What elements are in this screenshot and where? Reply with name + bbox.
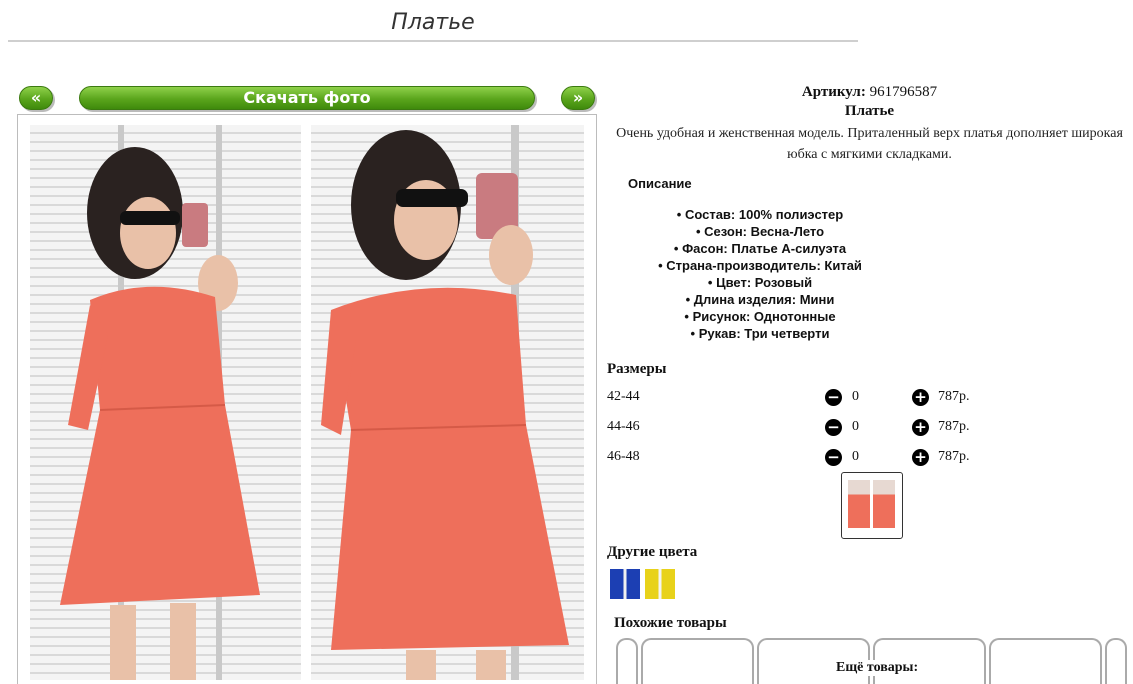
- article-label: Артикул:: [801, 84, 866, 100]
- color-variant-blue[interactable]: [610, 569, 640, 599]
- thumbnail-photo-1: [848, 480, 870, 528]
- similar-card[interactable]: [989, 638, 1102, 684]
- size-quantity: 0: [852, 419, 859, 434]
- size-row: 46-48 − 0 + 787р.: [607, 449, 1027, 469]
- minus-icon[interactable]: −: [825, 449, 842, 466]
- product-name: Платье: [844, 103, 895, 119]
- feature-item: Фасон: Платье А-силуэта: [610, 240, 910, 257]
- download-photo-button[interactable]: Скачать фото: [79, 86, 535, 110]
- feature-item: Длина изделия: Мини: [610, 291, 910, 308]
- thumbnail-photo-2: [873, 480, 895, 528]
- prev-photo-button[interactable]: «: [19, 86, 53, 110]
- color-variant-yellow[interactable]: [645, 569, 675, 599]
- product-info: Артикул: 961796587 Платье Очень удобная …: [606, 82, 1133, 165]
- feature-item: Рукав: Три четверти: [610, 325, 910, 342]
- article-value: 961796587: [869, 84, 938, 100]
- plus-icon[interactable]: +: [912, 419, 929, 436]
- feature-item: Страна-производитель: Китай: [610, 257, 910, 274]
- other-colors-heading: Другие цвета: [607, 544, 698, 560]
- product-photo-frame: [17, 114, 597, 684]
- next-photo-button[interactable]: »: [561, 86, 595, 110]
- size-price: 787р.: [938, 449, 970, 464]
- details-heading: Описание: [628, 176, 692, 191]
- similar-card[interactable]: [616, 638, 638, 684]
- minus-icon[interactable]: −: [825, 389, 842, 406]
- more-products-label: Ещё товары:: [834, 660, 921, 676]
- size-row: 44-46 − 0 + 787р.: [607, 419, 1027, 439]
- size-row: 42-44 − 0 + 787р.: [607, 389, 1027, 409]
- size-label: 46-48: [607, 449, 640, 464]
- product-photo-left[interactable]: [30, 125, 301, 680]
- page-title: Платье: [8, 10, 858, 42]
- product-photo-right[interactable]: [311, 125, 584, 680]
- size-price: 787р.: [938, 389, 970, 404]
- size-quantity: 0: [852, 449, 859, 464]
- size-quantity: 0: [852, 389, 859, 404]
- product-thumbnail[interactable]: [841, 472, 903, 539]
- article-line: Артикул: 961796587: [606, 82, 1133, 102]
- minus-icon[interactable]: −: [825, 419, 842, 436]
- feature-item: Рисунок: Однотонные: [610, 308, 910, 325]
- feature-item: Сезон: Весна-Лето: [610, 223, 910, 240]
- feature-item: Цвет: Розовый: [610, 274, 910, 291]
- product-description: Очень удобная и женственная модель. Прит…: [616, 126, 1123, 162]
- size-price: 787р.: [938, 419, 970, 434]
- feature-item: Состав: 100% полиэстер: [610, 206, 910, 223]
- size-label: 42-44: [607, 389, 640, 404]
- plus-icon[interactable]: +: [912, 389, 929, 406]
- similar-card[interactable]: [1105, 638, 1127, 684]
- plus-icon[interactable]: +: [912, 449, 929, 466]
- feature-list: Состав: 100% полиэстер Сезон: Весна-Лето…: [610, 206, 910, 342]
- similar-card[interactable]: [641, 638, 754, 684]
- sizes-heading: Размеры: [607, 361, 667, 377]
- size-label: 44-46: [607, 419, 640, 434]
- similar-heading: Похожие товары: [614, 615, 727, 631]
